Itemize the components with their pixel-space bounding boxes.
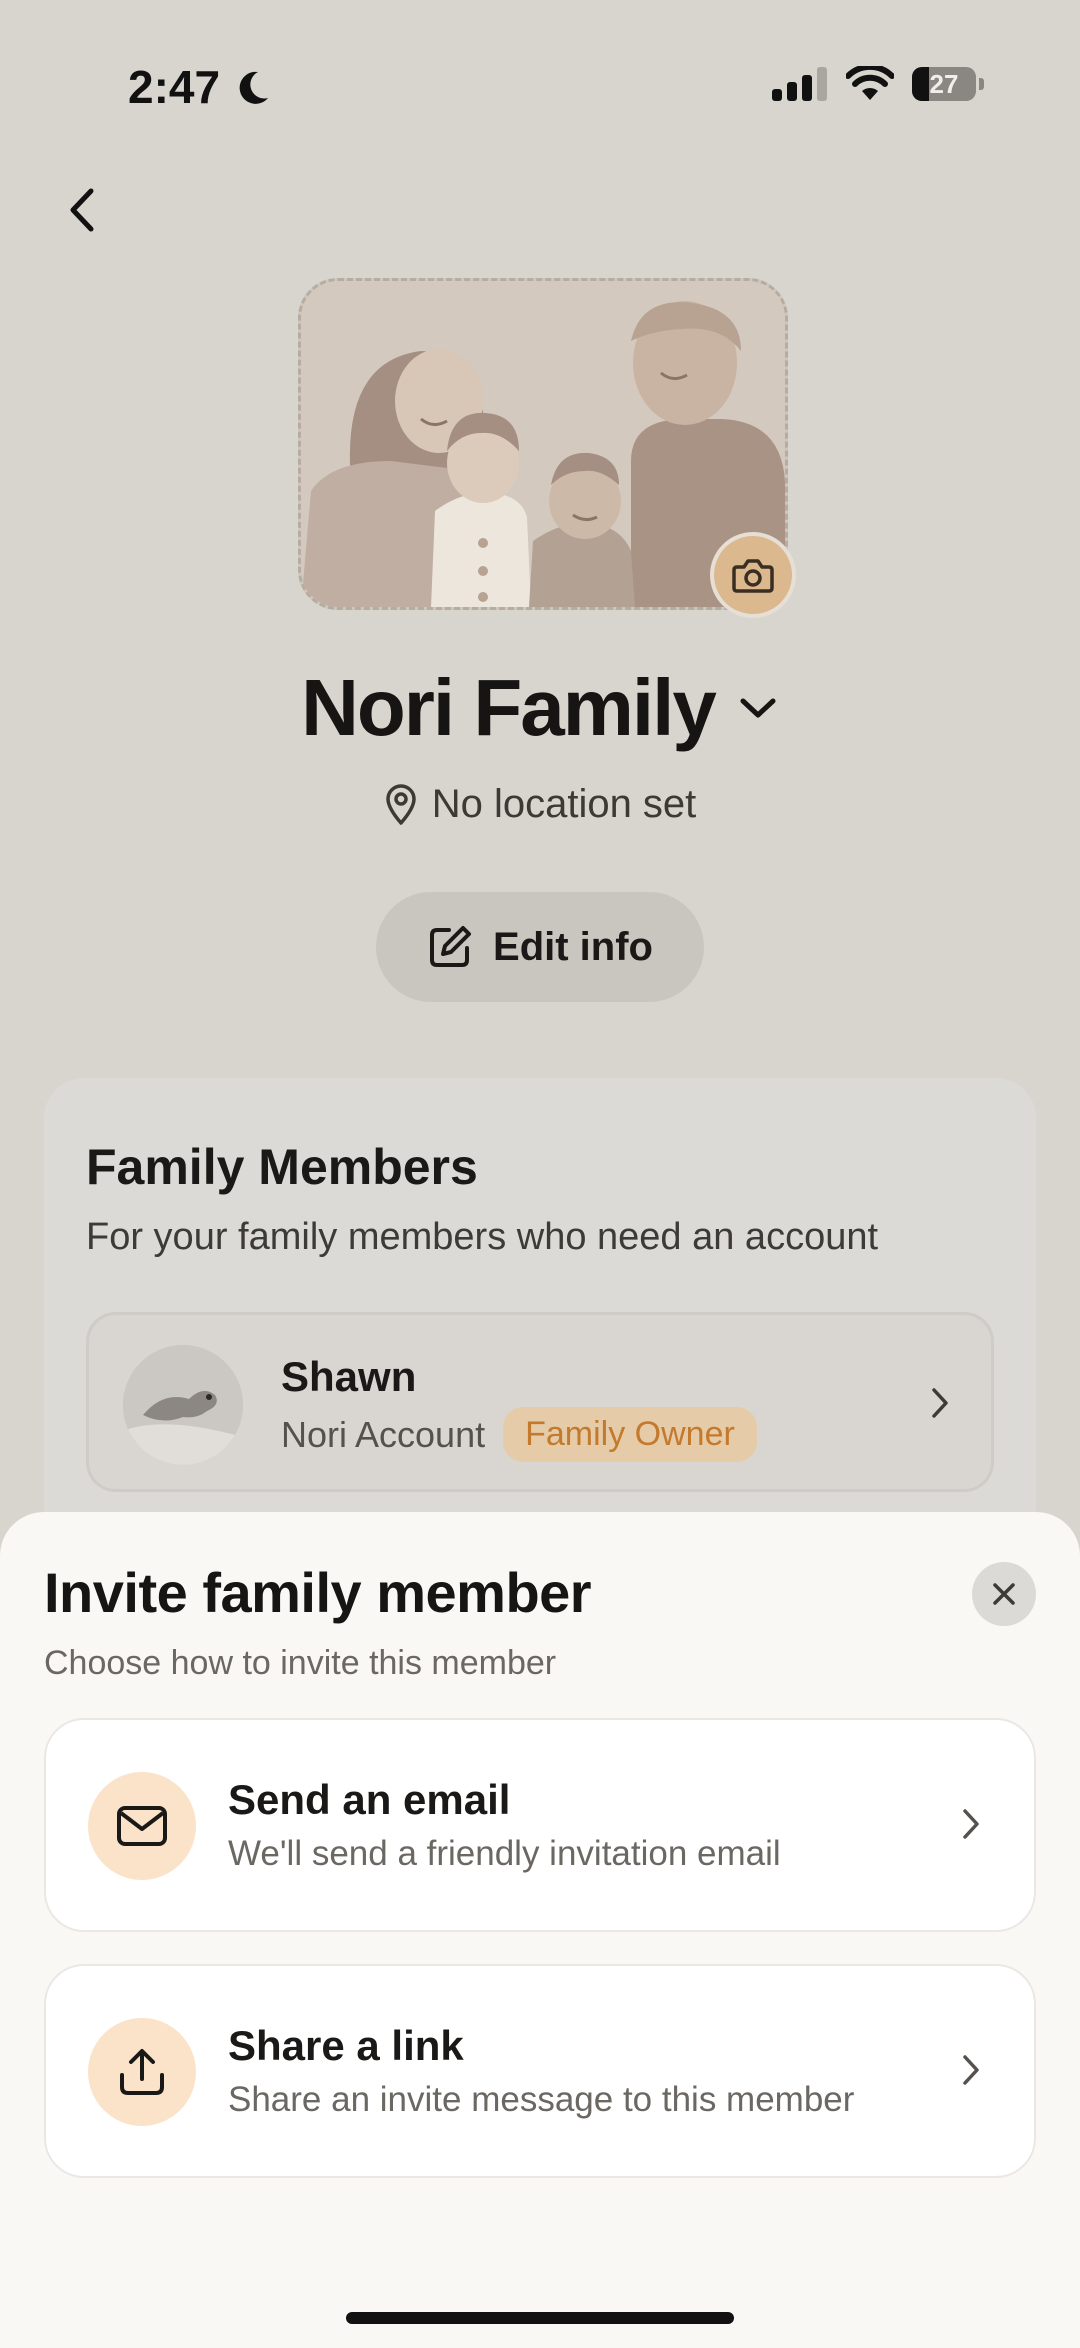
sheet-title: Invite family member [44,1561,592,1624]
member-account-type: Nori Account [281,1413,486,1455]
family-profile-screen: 2:47 27 Nori Family No location set Edit… [0,0,1080,2348]
back-button[interactable] [52,180,112,240]
change-photo-button[interactable] [710,532,796,618]
members-title: Family Members [86,1139,478,1195]
option-title: Share a link [228,2022,464,2069]
send-email-option[interactable]: Send an email We'll send a friendly invi… [44,1718,1036,1932]
family-name: Nori Family [301,663,717,752]
edit-info-button[interactable]: Edit info [376,892,704,1002]
envelope-icon [117,1806,167,1846]
option-title: Send an email [228,1776,511,1823]
member-avatar-image [123,1345,243,1465]
location-pin-icon [385,783,416,825]
edit-info-label: Edit info [493,924,653,969]
close-icon [993,1583,1015,1605]
option-description: Share an invite message to this member [228,2080,855,2119]
share-upload-icon [120,2049,164,2095]
option-description: We'll send a friendly invitation email [228,1834,781,1873]
member-name: Shawn [281,1353,417,1400]
avatar [123,1345,243,1465]
chevron-right-icon [963,2055,979,2085]
sheet-subtitle: Choose how to invite this member [44,1644,557,1682]
member-row[interactable]: Shawn Nori Account Family Owner [86,1312,994,1492]
family-name-selector[interactable]: Nori Family [0,662,1080,754]
close-button[interactable] [972,1562,1036,1626]
wifi-icon [846,66,894,100]
status-badge: Family Owner [503,1407,757,1462]
share-icon-circle [88,2018,196,2126]
envelope-icon-circle [88,1772,196,1880]
chevron-right-icon [963,1809,979,1839]
moon-icon [239,71,268,104]
chevron-left-icon [70,188,94,232]
member-meta: Nori Account Family Owner [281,1407,757,1462]
status-indicators: 27 [772,66,984,102]
chevron-right-icon [932,1388,948,1418]
family-location: No location set [0,782,1080,827]
edit-square-icon [430,926,472,967]
home-indicator[interactable] [346,2312,734,2324]
cellular-signal-icon [772,67,827,101]
share-link-option[interactable]: Share a link Share an invite message to … [44,1964,1036,2178]
status-time: 2:47 [128,61,221,113]
invite-bottom-sheet: Invite family member Choose how to invit… [0,1512,1080,2348]
location-text: No location set [431,782,697,826]
camera-icon [732,559,774,593]
chevron-down-icon [740,698,776,718]
members-subtitle: For your family members who need an acco… [86,1216,879,1258]
battery-percent: 27 [929,69,959,99]
battery-indicator: 27 [912,67,984,101]
